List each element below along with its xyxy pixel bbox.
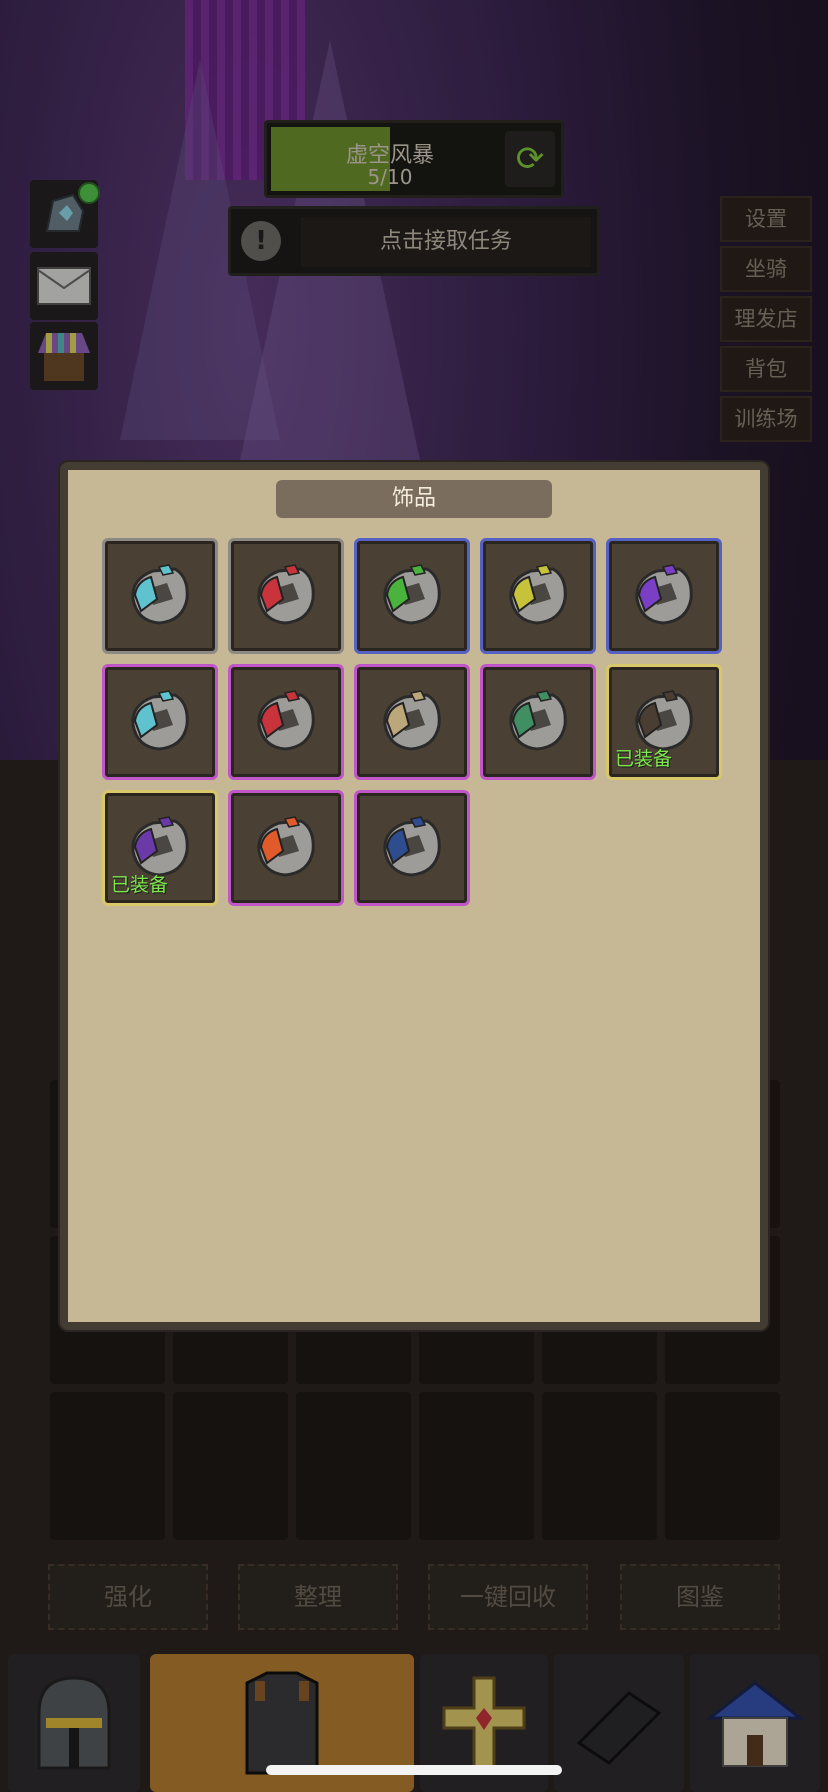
ring-icon (257, 564, 315, 625)
ring-icon (383, 564, 441, 625)
accessory-slot[interactable] (102, 664, 218, 780)
ring-icon (509, 690, 567, 751)
accessory-slot[interactable] (354, 664, 470, 780)
accessory-slot[interactable] (228, 538, 344, 654)
ring-icon (383, 816, 441, 877)
ring-icon (257, 690, 315, 751)
ring-icon (383, 690, 441, 751)
accessories-panel: 饰品 已装备 已装备 (60, 462, 768, 1330)
accessory-slot[interactable] (228, 664, 344, 780)
panel-title: 饰品 (276, 480, 552, 518)
ring-icon (131, 564, 189, 625)
accessory-slot[interactable] (606, 538, 722, 654)
ring-icon (131, 690, 189, 751)
accessory-slot[interactable]: 已装备 (102, 790, 218, 906)
home-indicator[interactable] (266, 1765, 562, 1775)
ring-icon (257, 816, 315, 877)
ring-icon (635, 564, 693, 625)
ring-icon (509, 564, 567, 625)
accessory-slot[interactable] (354, 790, 470, 906)
accessory-slot[interactable] (480, 664, 596, 780)
equipped-label: 已装备 (615, 748, 673, 770)
accessory-slot[interactable] (480, 538, 596, 654)
equipped-label: 已装备 (111, 874, 169, 896)
accessory-slot[interactable]: 已装备 (606, 664, 722, 780)
accessory-slot[interactable] (102, 538, 218, 654)
accessory-slot[interactable] (228, 790, 344, 906)
accessory-slot[interactable] (354, 538, 470, 654)
